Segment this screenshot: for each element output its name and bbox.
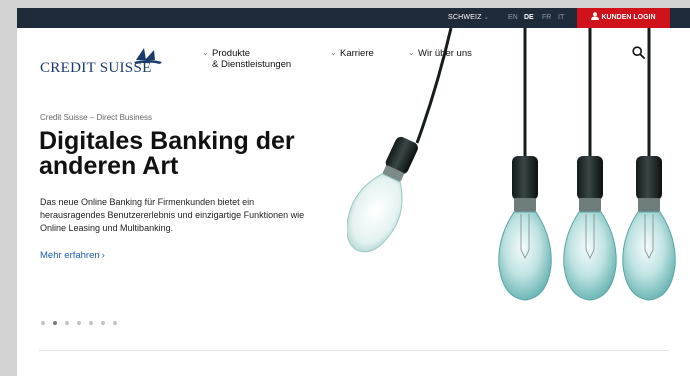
page: SCHWEIZ ⌄ EN DE FR IT KUNDEN LOGIN CREDIT… <box>17 8 690 376</box>
carousel-dot-active[interactable] <box>53 321 57 325</box>
carousel-dot[interactable] <box>89 321 93 325</box>
carousel-dot[interactable] <box>41 321 45 325</box>
chevron-down-icon: ⌄ <box>483 15 489 21</box>
region-label: SCHWEIZ <box>448 14 482 21</box>
learn-more-label: Mehr erfahren <box>40 250 100 261</box>
chevron-right-icon: › <box>101 250 105 261</box>
hero-description: Das neue Online Banking für Firmenkunden… <box>40 197 305 233</box>
sailboat-logo-icon <box>134 48 162 64</box>
nav-products[interactable]: ⌄ Produkte & Dienstleistungen <box>202 48 292 70</box>
user-icon <box>591 12 600 20</box>
lang-en[interactable]: EN <box>508 8 518 28</box>
lang-de[interactable]: DE <box>524 8 534 28</box>
lang-it[interactable]: IT <box>558 8 564 28</box>
region-selector[interactable]: SCHWEIZ ⌄ <box>448 8 489 28</box>
carousel-dot[interactable] <box>77 321 81 325</box>
carousel-dot[interactable] <box>113 321 117 325</box>
learn-more-link[interactable]: Mehr erfahren › <box>40 250 105 261</box>
carousel-dot[interactable] <box>101 321 105 325</box>
hero-title: Digitales Banking der anderen Art <box>39 127 295 180</box>
customer-login-label: KUNDEN LOGIN <box>601 14 656 21</box>
top-bar: SCHWEIZ ⌄ EN DE FR IT KUNDEN LOGIN <box>17 8 690 28</box>
section-divider <box>39 350 669 351</box>
carousel-dot[interactable] <box>65 321 69 325</box>
nav-products-label-line1: Produkte <box>212 48 251 59</box>
lang-fr[interactable]: FR <box>542 8 551 28</box>
hero-kicker: Credit Suisse – Direct Business <box>40 113 153 122</box>
customer-login-button[interactable]: KUNDEN LOGIN <box>577 8 670 28</box>
hero-image-light-bulbs <box>347 28 676 301</box>
chevron-down-icon: ⌄ <box>202 48 209 57</box>
nav-products-label-line2: & Dienstleistungen <box>212 59 292 70</box>
chevron-down-icon: ⌄ <box>330 48 337 57</box>
